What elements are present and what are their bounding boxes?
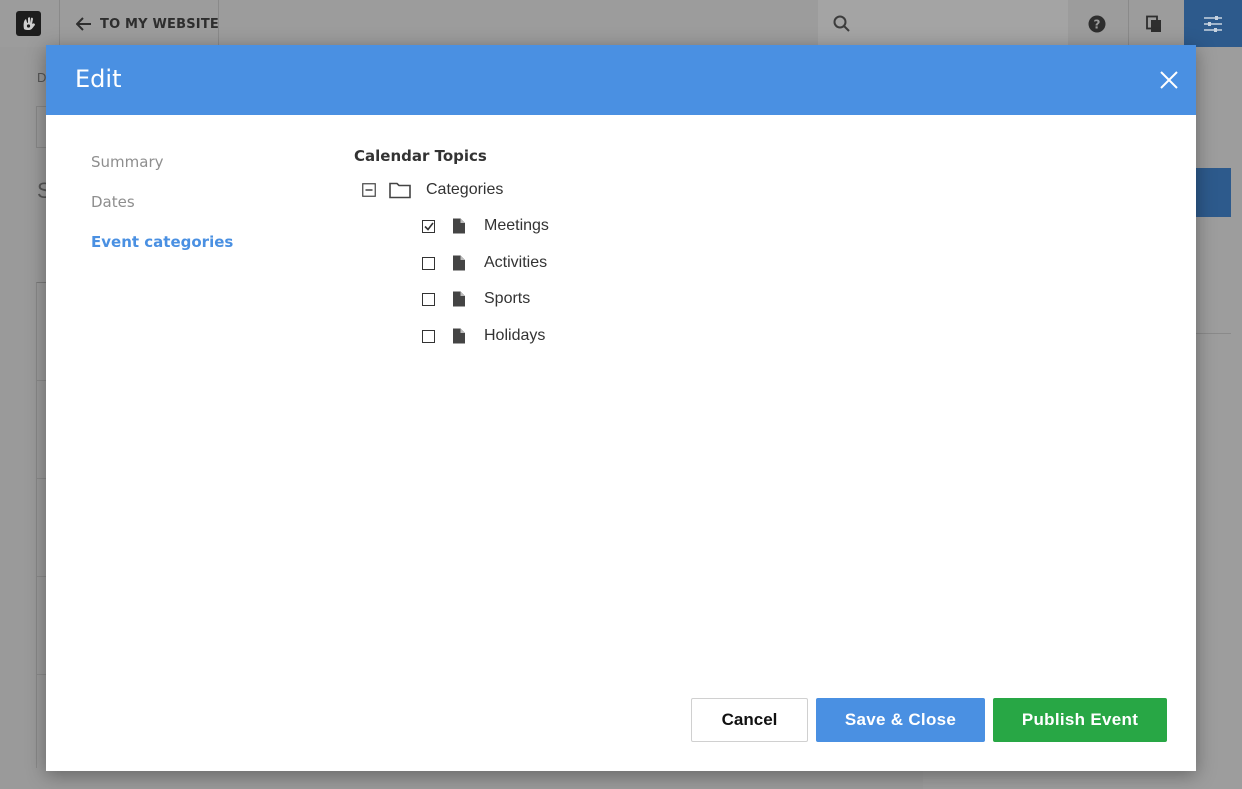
tree-item-sports[interactable]: Sports bbox=[422, 290, 530, 308]
tree-title: Calendar Topics bbox=[354, 147, 487, 165]
checkbox-sports[interactable] bbox=[422, 292, 435, 306]
tree-item-label: Activities bbox=[484, 254, 548, 271]
tree-root-label: Categories bbox=[426, 181, 504, 198]
background-text: D bbox=[37, 70, 47, 85]
tree-item-meetings[interactable]: Meetings bbox=[422, 217, 549, 235]
nav-summary[interactable]: Summary bbox=[91, 153, 233, 193]
checkbox-meetings[interactable] bbox=[422, 219, 435, 233]
arrow-left-icon bbox=[76, 17, 91, 31]
close-icon[interactable] bbox=[1156, 67, 1182, 93]
dialog-header: Edit bbox=[46, 45, 1196, 115]
nav-dates[interactable]: Dates bbox=[91, 193, 233, 233]
toolbar-divider bbox=[218, 0, 219, 47]
save-close-button[interactable]: Save & Close bbox=[816, 698, 985, 742]
back-link-label: TO MY WEBSITE bbox=[100, 16, 219, 32]
file-icon bbox=[452, 328, 466, 344]
publish-event-button[interactable]: Publish Event bbox=[993, 698, 1167, 742]
tree-item-activities[interactable]: Activities bbox=[422, 254, 547, 272]
edit-dialog: Edit Summary Dates Event categories Cale… bbox=[46, 45, 1196, 771]
concrete-logo-icon[interactable] bbox=[16, 11, 41, 36]
tree-item-label: Sports bbox=[484, 290, 531, 307]
cancel-button[interactable]: Cancel bbox=[691, 698, 808, 742]
search-area[interactable] bbox=[818, 0, 1068, 47]
file-icon bbox=[452, 291, 466, 307]
tree-item-holidays[interactable]: Holidays bbox=[422, 327, 545, 345]
file-icon bbox=[452, 255, 466, 271]
nav-event-categories[interactable]: Event categories bbox=[91, 233, 233, 273]
tree-item-label: Holidays bbox=[484, 327, 546, 344]
collapse-minus-icon[interactable] bbox=[362, 183, 376, 197]
toolbar: TO MY WEBSITE ? bbox=[0, 0, 1242, 47]
dialog-title: Edit bbox=[75, 65, 122, 93]
dialog-side-nav: Summary Dates Event categories bbox=[91, 153, 233, 273]
toolbar-divider bbox=[59, 0, 60, 47]
search-icon[interactable] bbox=[831, 13, 853, 35]
file-icon bbox=[452, 218, 466, 234]
toolbar-divider bbox=[1128, 0, 1129, 47]
folder-icon bbox=[389, 181, 411, 199]
back-to-website-link[interactable]: TO MY WEBSITE bbox=[76, 14, 219, 34]
checkbox-activities[interactable] bbox=[422, 256, 435, 270]
tree-root-node[interactable]: Categories bbox=[362, 181, 503, 199]
checkbox-holidays[interactable] bbox=[422, 329, 435, 343]
svg-text:?: ? bbox=[1094, 18, 1101, 32]
sliders-icon[interactable] bbox=[1184, 0, 1242, 47]
pages-icon[interactable] bbox=[1143, 13, 1165, 35]
tree-item-label: Meetings bbox=[484, 217, 549, 234]
help-icon[interactable]: ? bbox=[1086, 13, 1108, 35]
